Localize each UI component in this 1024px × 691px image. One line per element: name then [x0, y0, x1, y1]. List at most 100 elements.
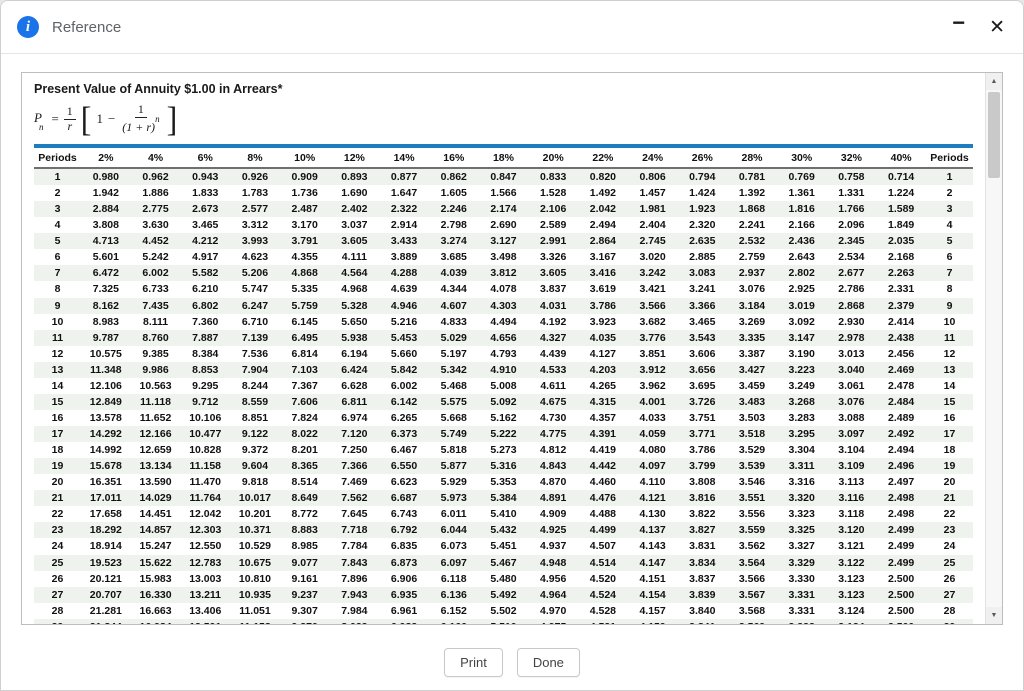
value-cell: 9.370	[280, 619, 330, 624]
value-cell: 2.577	[230, 201, 280, 217]
value-cell: 6.118	[429, 571, 479, 587]
value-cell: 1.886	[131, 185, 181, 201]
value-cell: 2.320	[677, 217, 727, 233]
value-cell: 2.379	[876, 298, 926, 314]
value-cell: 7.103	[280, 362, 330, 378]
value-cell: 0.909	[280, 168, 330, 185]
value-cell: 15.678	[81, 458, 131, 474]
value-cell: 1.690	[330, 185, 380, 201]
value-cell: 3.839	[677, 587, 727, 603]
value-cell: 1.361	[777, 185, 827, 201]
value-cell: 3.568	[727, 603, 777, 619]
value-cell: 4.439	[528, 346, 578, 362]
vertical-scrollbar[interactable]: ▲ ▼	[985, 73, 1002, 624]
column-header: 14%	[379, 146, 429, 168]
value-cell: 3.605	[528, 265, 578, 281]
value-cell: 6.687	[379, 490, 429, 506]
value-cell: 3.566	[628, 298, 678, 314]
value-cell: 3.923	[578, 314, 628, 330]
minimize-button[interactable]: −	[952, 12, 965, 34]
value-cell: 3.037	[330, 217, 380, 233]
value-cell: 3.619	[578, 281, 628, 297]
value-cell: 15.983	[131, 571, 181, 587]
value-cell: 3.123	[827, 571, 877, 587]
value-cell: 5.660	[379, 346, 429, 362]
value-cell: 10.563	[131, 378, 181, 394]
value-cell: 4.265	[578, 378, 628, 394]
value-cell: 14.451	[131, 506, 181, 522]
value-cell: 1.589	[876, 201, 926, 217]
value-cell: 3.331	[777, 603, 827, 619]
value-cell: 2.786	[827, 281, 877, 297]
period-cell: 4	[926, 217, 973, 233]
value-cell: 5.029	[429, 330, 479, 346]
value-cell: 4.968	[330, 281, 380, 297]
period-cell: 28	[926, 603, 973, 619]
value-cell: 3.325	[777, 522, 827, 538]
done-button[interactable]: Done	[517, 648, 580, 677]
value-cell: 4.775	[528, 426, 578, 442]
value-cell: 3.562	[727, 538, 777, 554]
value-cell: 1.736	[280, 185, 330, 201]
value-cell: 4.531	[578, 619, 628, 624]
value-cell: 4.391	[578, 426, 628, 442]
close-button[interactable]: ✕	[989, 18, 1005, 37]
value-cell: 2.677	[827, 265, 877, 281]
value-cell: 4.288	[379, 265, 429, 281]
value-cell: 4.524	[578, 587, 628, 603]
value-cell: 0.769	[777, 168, 827, 185]
value-cell: 2.489	[876, 410, 926, 426]
value-cell: 5.162	[479, 410, 529, 426]
value-cell: 3.113	[827, 474, 877, 490]
value-cell: 5.197	[429, 346, 479, 362]
scroll-down-button[interactable]: ▼	[986, 607, 1002, 624]
value-cell: 0.806	[628, 168, 678, 185]
table-row: 2418.91415.24712.55010.5298.9857.7846.83…	[34, 538, 973, 554]
value-cell: 0.847	[479, 168, 529, 185]
value-cell: 3.088	[827, 410, 877, 426]
value-cell: 14.029	[131, 490, 181, 506]
value-cell: 5.575	[429, 394, 479, 410]
value-cell: 3.459	[727, 378, 777, 394]
print-button[interactable]: Print	[444, 648, 503, 677]
value-cell: 6.935	[379, 587, 429, 603]
column-header: 20%	[528, 146, 578, 168]
value-cell: 3.483	[727, 394, 777, 410]
pv-formula: Pn = 1 r [ 1 − 1 (1 + r)n ]	[34, 100, 973, 138]
value-cell: 12.783	[180, 555, 230, 571]
value-cell: 3.834	[677, 555, 727, 571]
value-cell: 3.092	[777, 314, 827, 330]
value-cell: 7.887	[180, 330, 230, 346]
open-bracket: [	[81, 103, 92, 135]
value-cell: 4.499	[578, 522, 628, 538]
value-cell: 17.658	[81, 506, 131, 522]
value-cell: 3.416	[578, 265, 628, 281]
value-cell: 5.818	[429, 442, 479, 458]
value-cell: 8.649	[280, 490, 330, 506]
value-cell: 1.981	[628, 201, 678, 217]
value-cell: 0.877	[379, 168, 429, 185]
value-cell: 21.281	[81, 603, 131, 619]
value-cell: 8.851	[230, 410, 280, 426]
value-cell: 2.885	[677, 249, 727, 265]
value-cell: 6.373	[379, 426, 429, 442]
table-row: 43.8083.6303.4653.3123.1703.0372.9142.79…	[34, 217, 973, 233]
scrollbar-thumb[interactable]	[988, 92, 1000, 178]
value-cell: 4.035	[578, 330, 628, 346]
value-cell: 3.316	[777, 474, 827, 490]
value-cell: 5.749	[429, 426, 479, 442]
value-cell: 5.650	[330, 314, 380, 330]
value-cell: 7.943	[330, 587, 380, 603]
value-cell: 3.124	[827, 619, 877, 624]
value-cell: 3.312	[230, 217, 280, 233]
value-cell: 4.948	[528, 555, 578, 571]
value-cell: 4.110	[628, 474, 678, 490]
value-cell: 3.421	[628, 281, 678, 297]
scroll-up-button[interactable]: ▲	[986, 73, 1002, 90]
period-cell: 10	[34, 314, 81, 330]
value-cell: 10.828	[180, 442, 230, 458]
period-cell: 14	[34, 378, 81, 394]
table-header-row: Periods2%4%6%8%10%12%14%16%18%20%22%24%2…	[34, 146, 973, 168]
column-header: 4%	[131, 146, 181, 168]
value-cell: 6.044	[429, 522, 479, 538]
